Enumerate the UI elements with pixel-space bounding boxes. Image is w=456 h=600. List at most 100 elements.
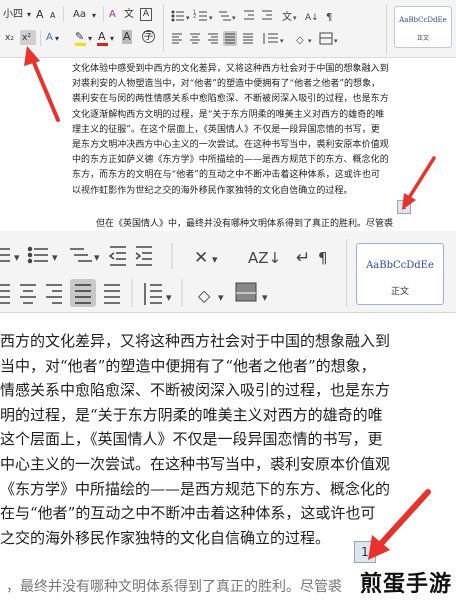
line-spacing-icon[interactable] xyxy=(263,33,278,44)
svg-text:▾: ▾ xyxy=(308,37,312,45)
borders-icon[interactable] xyxy=(235,282,257,302)
chevron-down-icon[interactable]: ▾ xyxy=(55,32,59,46)
clear-format-icon[interactable]: A xyxy=(109,8,116,22)
divider xyxy=(386,4,387,54)
doc-line: 文化逐渐解构西方文明的过程，是“关于东方阴柔的唯美主义对西方的雄奇的唯 xyxy=(72,109,385,120)
grow-font-icon[interactable]: A xyxy=(36,8,44,22)
divider xyxy=(40,30,41,46)
svg-text:2: 2 xyxy=(193,14,196,20)
ribbon-large: ▾ ▾ ▾ ✕ ▾ AZ↓ ↵ ¶ ▾ ◇ ▾ ▾ AaBbCcDdEe 正文 xyxy=(0,231,456,313)
doc-line: 对裘利安的人物塑造当中，对“他者”的塑造中便拥有了“他者之他者”的想象， xyxy=(72,79,381,90)
distributed-icon[interactable] xyxy=(243,33,253,44)
align-center-icon[interactable] xyxy=(190,33,200,44)
align-right-icon[interactable] xyxy=(208,33,218,44)
char-shading-icon[interactable]: A xyxy=(122,30,132,44)
char-border-icon[interactable]: A xyxy=(140,8,152,21)
line-spacing-icon[interactable] xyxy=(144,283,162,305)
bullet-list-icon[interactable] xyxy=(171,10,184,22)
svg-text:▾: ▾ xyxy=(209,14,213,22)
show-marks-icon[interactable]: ¶ xyxy=(326,12,332,23)
align-left-icon[interactable] xyxy=(0,284,10,304)
divider xyxy=(163,4,164,52)
svg-text:▾: ▾ xyxy=(334,37,338,45)
chinese-layout-icon[interactable]: ✕ xyxy=(194,248,208,268)
paragraph-mark-icon[interactable]: ¶ xyxy=(318,249,328,267)
sort-icon[interactable]: AZ↓ xyxy=(248,249,281,267)
shrink-font-icon[interactable]: A xyxy=(50,9,55,23)
style-sample-text: AaBbCcDdEe xyxy=(399,16,447,24)
phonetic-guide-icon[interactable]: 文 xyxy=(124,8,134,22)
sort-icon[interactable]: A↓ xyxy=(305,13,319,23)
distributed-icon[interactable] xyxy=(104,284,120,304)
footnote-marker-small[interactable]: 1 xyxy=(397,200,411,214)
svg-text:▾: ▾ xyxy=(186,14,190,22)
style-name-label: 正文 xyxy=(390,287,409,297)
svg-text:▾: ▾ xyxy=(218,291,224,304)
decrease-indent-icon[interactable] xyxy=(244,10,254,20)
shading-icon[interactable]: ◇ xyxy=(296,35,304,46)
svg-text:✕: ✕ xyxy=(194,248,208,268)
style-card-normal-large[interactable]: AaBbCcDdEe 正文 xyxy=(356,243,444,305)
doc-line: 裘利安在与闵的两性情感关系中愈陷愈深、不断被闵深入吸引的过程，也是东方 xyxy=(72,94,389,105)
bullet-list-icon[interactable] xyxy=(0,248,10,262)
document-body-large: 西方的文化差异，又将这种西方社会对于中国的想象融入到 当中，对“他者”的塑造中便… xyxy=(0,329,456,550)
doc-line: 之交的海外移民作家独特的文化自信确立的过程。 xyxy=(0,528,331,547)
highlight-color-swatch xyxy=(75,43,86,46)
divider xyxy=(103,6,104,22)
doc-line: 但在《英国情人》中，最终并没有哪种文明体系得到了真正的胜利。尽管裘 xyxy=(96,219,394,229)
svg-text:◇: ◇ xyxy=(296,35,304,46)
chevron-down-icon[interactable]: ▾ xyxy=(92,9,96,23)
chinese-layout-icon[interactable]: 文 xyxy=(282,10,292,23)
paragraph-tools-row2: ▾ ◇ ▾ ▾ xyxy=(172,31,338,46)
numbered-list-icon[interactable] xyxy=(27,246,49,264)
decrease-indent-icon[interactable] xyxy=(108,246,126,266)
shading-icon[interactable]: ◇ xyxy=(198,286,211,305)
align-center-icon[interactable] xyxy=(20,284,36,304)
increase-indent-icon[interactable] xyxy=(262,10,272,20)
highlight-icon[interactable]: ✎ xyxy=(75,30,84,44)
multilevel-list-icon[interactable] xyxy=(219,11,231,21)
font-color-icon[interactable]: A xyxy=(98,30,106,44)
multilevel-list-icon[interactable] xyxy=(70,248,92,262)
doc-line: 情感关系中愈陷愈深、不断被闵深入吸引的过程，也是东方 xyxy=(0,381,391,400)
chevron-down-icon[interactable]: ▾ xyxy=(27,8,31,22)
svg-text:▾: ▾ xyxy=(293,14,297,22)
svg-text:◇: ◇ xyxy=(198,286,211,305)
align-right-icon[interactable] xyxy=(46,284,62,304)
watermark-logo: 煎蛋手游 xyxy=(359,572,452,597)
doc-line: 以视作虹影作为世纪之交的海外移民作家独特的文化自信确立的过程。 xyxy=(72,185,353,196)
style-sample-text: AaBbCcDdEe xyxy=(366,260,434,271)
chevron-down-icon[interactable]: ▾ xyxy=(88,32,92,46)
svg-text:▾: ▾ xyxy=(166,291,172,304)
svg-text:▾: ▾ xyxy=(52,251,58,264)
svg-text:AZ↓: AZ↓ xyxy=(248,249,281,267)
enclose-char-icon[interactable]: 字 xyxy=(142,30,155,43)
text-effect-icon[interactable]: A xyxy=(46,31,53,45)
svg-text:¶: ¶ xyxy=(318,249,328,267)
superscript-icon[interactable]: x² xyxy=(22,31,31,45)
svg-text:¶: ¶ xyxy=(326,12,332,23)
subscript-icon[interactable]: x₂ xyxy=(5,31,14,45)
paragraph-tools-row1: ▾ 12 ▾ ▾ 文 ▾ A↓ ¶ xyxy=(171,10,332,23)
doc-line: 在与“他者”的互动之中不断冲击着这种体系，这或许也可 xyxy=(0,504,376,523)
numbered-list-icon[interactable] xyxy=(199,11,207,21)
svg-text:▾: ▾ xyxy=(212,253,218,266)
doc-line: 西方的文化差异，又将这种西方社会对于中国的想象融入到 xyxy=(0,332,391,350)
show-marks-icon[interactable]: ↵ xyxy=(296,248,310,268)
divider xyxy=(63,6,64,22)
align-left-icon[interactable] xyxy=(172,33,182,44)
change-case-icon[interactable]: Aa xyxy=(73,8,86,22)
font-color-swatch xyxy=(97,43,108,46)
footnote-marker-large[interactable]: 1 xyxy=(354,541,376,563)
doc-line: ，最终并没有哪种文明体系得到了真正的胜利。尽管裘 xyxy=(6,579,342,595)
style-name-label: 正文 xyxy=(416,35,429,42)
borders-icon[interactable] xyxy=(319,32,333,45)
chevron-down-icon[interactable]: ▾ xyxy=(110,32,114,46)
doc-line: 是东方文明冲决西方中心主义的一次尝试。在这种书写当中，裘利安原本价值观 xyxy=(72,140,389,151)
svg-text:▾: ▾ xyxy=(232,14,236,22)
bottom-zoomed-panel: ▾ ▾ ▾ ✕ ▾ AZ↓ ↵ ¶ ▾ ◇ ▾ ▾ AaBbCcDdEe 正文 … xyxy=(0,231,456,600)
style-card-normal-small[interactable]: AaBbCcDdEe 正文 xyxy=(394,6,452,48)
doc-line: 理主义的征服”。在这个层面上，《英国情人》不仅是一段异国恋情的书写，更 xyxy=(72,124,380,135)
increase-indent-icon[interactable] xyxy=(135,246,152,266)
font-size-dropdown[interactable]: 小四 xyxy=(3,8,23,22)
